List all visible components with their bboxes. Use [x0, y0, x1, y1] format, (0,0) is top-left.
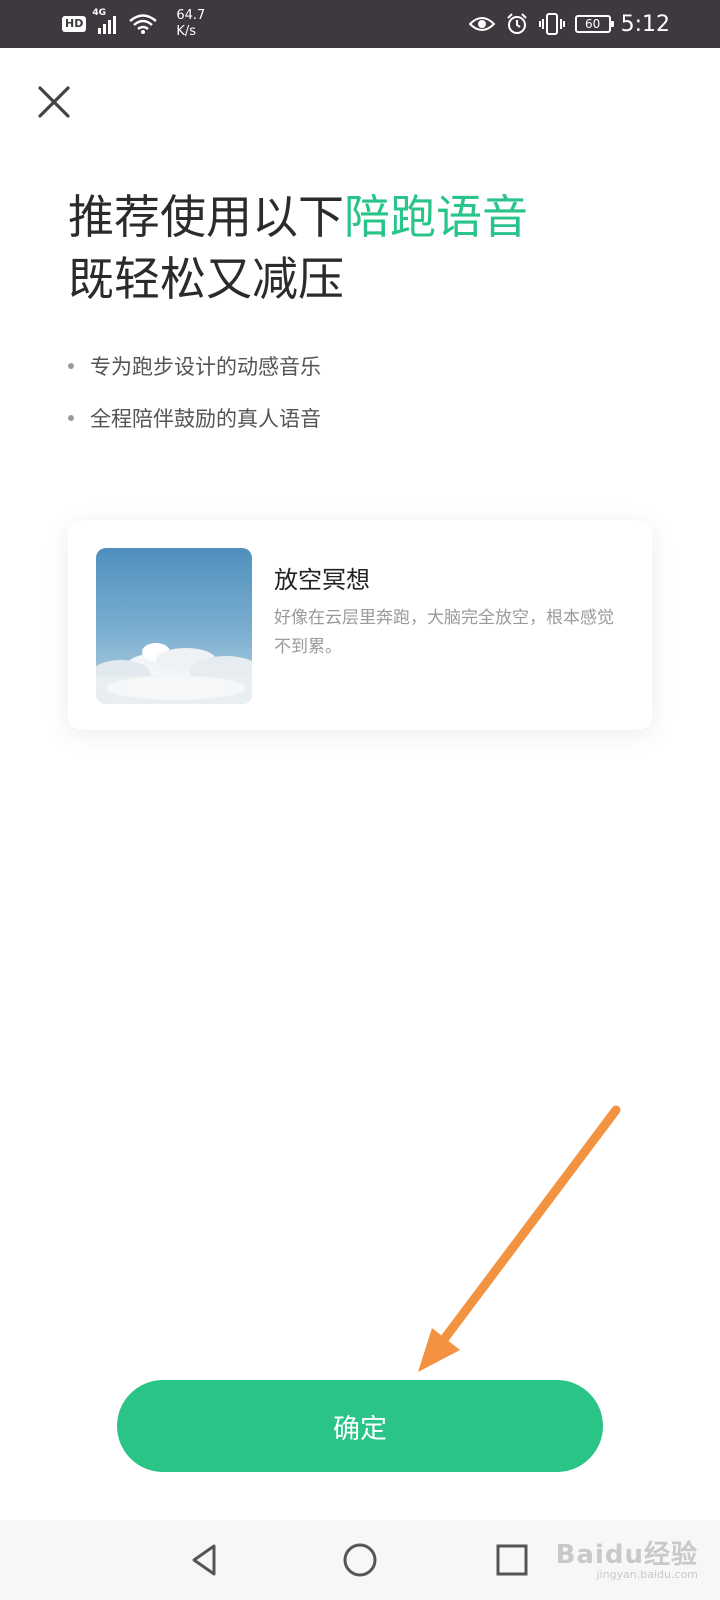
home-circle-icon — [343, 1543, 377, 1577]
title-highlight: 陪跑语音 — [344, 190, 528, 244]
watermark-url: jingyan.baidu.com — [596, 1568, 698, 1581]
feature-text: 专为跑步设计的动感音乐 — [90, 355, 321, 379]
network-speed-unit: K/s — [176, 24, 197, 39]
battery-indicator: 60 — [574, 15, 614, 33]
watermark: Baidu经验 jingyan.baidu.com — [538, 1526, 698, 1588]
card-description: 好像在云层里奔跑，大脑完全放空，根本感觉不到累。 — [274, 608, 614, 657]
bullet-dot-icon — [68, 415, 74, 421]
card-title: 放空冥想 — [274, 566, 370, 594]
status-right: 60 5:12 — [468, 0, 670, 48]
voice-option-card[interactable]: 放空冥想 好像在云层里奔跑，大脑完全放空，根本感觉不到累。 — [68, 520, 652, 730]
title-prefix: 推荐使用以下 — [68, 190, 344, 244]
nav-back-button[interactable] — [182, 1536, 230, 1584]
feature-text: 全程陪伴鼓励的真人语音 — [90, 407, 321, 431]
title-line1: 推荐使用以下陪跑语音 — [68, 190, 528, 244]
status-left: HD 4G 64.7 K/s — [62, 0, 205, 48]
title-line2: 既轻松又减压 — [68, 252, 344, 306]
alarm-icon — [506, 13, 527, 34]
wifi-icon — [129, 14, 158, 34]
feature-list: 专为跑步设计的动感音乐 全程陪伴鼓励的真人语音 — [66, 340, 321, 444]
network-type: 4G — [92, 8, 106, 18]
network-speed: 64.7 K/s — [176, 8, 205, 40]
nav-home-button[interactable] — [336, 1536, 384, 1584]
nav-recents-button[interactable] — [488, 1536, 536, 1584]
close-button[interactable] — [34, 82, 74, 122]
vibrate-icon — [538, 13, 565, 35]
bullet-dot-icon — [68, 363, 74, 369]
network-speed-value: 64.7 — [176, 8, 206, 23]
feature-item: 专为跑步设计的动感音乐 — [66, 340, 321, 392]
card-thumbnail — [96, 548, 252, 704]
signal-icon: 4G — [92, 8, 120, 34]
hd-badge: HD — [62, 16, 87, 32]
eye-icon — [468, 17, 495, 31]
feature-item: 全程陪伴鼓励的真人语音 — [66, 392, 321, 444]
sky-clouds-image — [96, 548, 252, 704]
page-title: 推荐使用以下陪跑语音 既轻松又减压 — [68, 186, 528, 310]
confirm-button[interactable]: 确定 — [117, 1380, 603, 1472]
recents-square-icon — [496, 1544, 528, 1576]
clock: 5:12 — [620, 11, 670, 37]
close-icon — [38, 86, 70, 118]
status-bar: HD 4G 64.7 K/s 60 5:12 — [0, 0, 720, 48]
back-triangle-icon — [192, 1544, 216, 1576]
watermark-logo: Baidu经验 — [555, 1540, 698, 1570]
